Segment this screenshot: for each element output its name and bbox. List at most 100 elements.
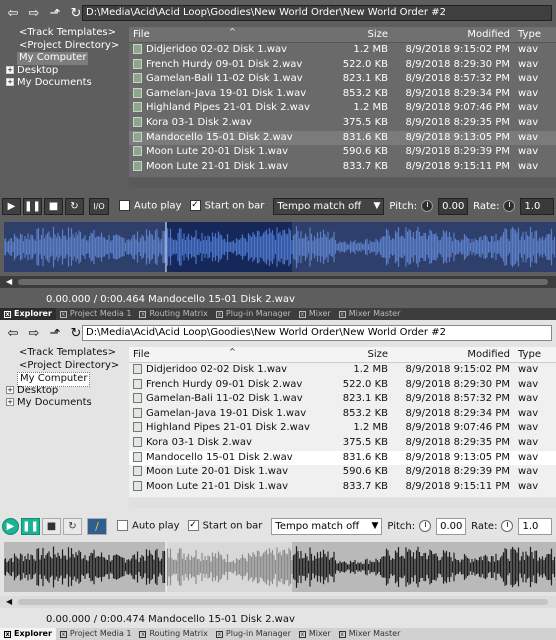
file-row[interactable]: Mandocello 15-01 Disk 2.wav 831.6 KB 8/9/2… (129, 450, 556, 466)
stop-button[interactable]: ■ (42, 517, 61, 535)
rate-knob[interactable] (501, 520, 514, 532)
close-icon[interactable]: x (59, 310, 67, 318)
stop-button[interactable]: ■ (44, 197, 63, 215)
file-list-scrollbar[interactable] (129, 498, 556, 508)
auto-play-checkbox[interactable] (119, 200, 130, 212)
rate-value[interactable]: 1.0 (520, 197, 555, 215)
file-row[interactable]: Moon Lute 20-01 Disk 1.wav 590.6 KB 8/9/20… (129, 145, 556, 160)
auto-play-toggle[interactable]: Auto play (119, 200, 182, 212)
loop-button[interactable]: ↻ (63, 517, 82, 535)
file-row[interactable]: Gamelan-Bali 11-02 Disk 1.wav 823.1 KB 8/9… (129, 72, 556, 87)
tab-plug-in-manager[interactable]: x Plug-in Manager (212, 628, 295, 640)
file-row[interactable]: Moon Lute 21-01 Disk 1.wav 833.7 KB 8/9/20… (129, 480, 556, 495)
tree-item-my-computer[interactable]: My Computer (6, 372, 126, 387)
tree-item-desktop[interactable]: + Desktop (6, 65, 126, 78)
file-row[interactable]: Kora 03-1 Disk 2.wav 375.5 KB 8/9/2018 8:2… (129, 116, 556, 131)
loop-button[interactable]: ↻ (65, 197, 84, 215)
up-folder-icon[interactable]: ⬏ (46, 324, 64, 342)
tab-project-media-1[interactable]: x Project Media 1 (56, 628, 136, 640)
forward-icon[interactable]: ⇨ (25, 324, 43, 342)
tab-explorer[interactable]: x Explorer (0, 308, 56, 320)
expand-icon[interactable]: + (6, 385, 14, 394)
auto-play-checkbox[interactable] (117, 520, 128, 532)
file-row[interactable]: Gamelan-Bali 11-02 Disk 1.wav 823.1 KB 8/9… (129, 392, 556, 407)
pitch-knob[interactable] (419, 520, 432, 532)
pause-button[interactable]: ❚❚ (23, 197, 42, 215)
col-size[interactable]: Size (334, 347, 392, 362)
close-icon[interactable]: x (338, 310, 346, 318)
close-icon[interactable]: x (4, 310, 11, 318)
col-type[interactable]: Type (514, 27, 556, 42)
expand-icon[interactable]: + (6, 398, 14, 406)
file-row[interactable]: Highland Pipes 21-01 Disk 2.wav 1.2 MB 8/9… (129, 101, 556, 116)
file-row[interactable]: Gamelan-Java 19-01 Disk 1.wav 853.2 KB 8/9… (129, 407, 556, 422)
file-row[interactable]: Gamelan-Java 19-01 Disk 1.wav 853.2 KB 8/9… (129, 87, 556, 102)
file-row[interactable]: Moon Lute 21-01 Disk 1.wav 833.7 KB 8/9/20… (129, 160, 556, 175)
close-icon[interactable]: x (139, 630, 147, 638)
pitch-value[interactable]: 0.00 (436, 517, 467, 535)
start-on-bar-toggle[interactable]: ✓ Start on bar (189, 200, 264, 212)
tree-item-track-templates[interactable]: <Track Templates> (6, 347, 126, 360)
close-icon[interactable]: x (215, 630, 223, 638)
col-type[interactable]: Type (514, 347, 556, 362)
file-row[interactable]: French Hurdy 09-01 Disk 2.wav 522.0 KB 8/9… (129, 58, 556, 73)
forward-icon[interactable]: ⇨ (25, 4, 43, 22)
tempo-dropdown[interactable]: Tempo match off ▼ (273, 197, 385, 215)
start-on-bar-checkbox[interactable]: ✓ (187, 520, 199, 532)
tab-routing-matrix[interactable]: x Routing Matrix (135, 628, 211, 640)
close-icon[interactable]: x (139, 310, 147, 318)
file-list-scrollbar[interactable] (129, 178, 556, 188)
back-icon[interactable]: ⇦ (4, 4, 22, 22)
file-row[interactable]: Didjeridoo 02-02 Disk 1.wav 1.2 MB 8/9/201… (129, 43, 556, 58)
col-size[interactable]: Size (334, 27, 392, 42)
start-on-bar-toggle[interactable]: ✓ Start on bar (187, 520, 262, 532)
close-icon[interactable]: x (338, 630, 346, 638)
io-button[interactable]: I/O (89, 197, 109, 215)
tree-item-project-directory[interactable]: <Project Directory> (6, 360, 126, 373)
play-button[interactable]: ▶ (2, 517, 19, 535)
expand-icon[interactable]: + (6, 65, 14, 74)
close-icon[interactable]: x (215, 310, 223, 318)
close-icon[interactable]: x (298, 310, 306, 318)
tab-routing-matrix[interactable]: x Routing Matrix (135, 308, 211, 320)
tempo-dropdown[interactable]: Tempo match off ▼ (271, 517, 383, 535)
tree-item-project-directory[interactable]: <Project Directory> (6, 40, 126, 53)
expand-icon[interactable]: + (6, 78, 14, 86)
file-row[interactable]: French Hurdy 09-01 Disk 2.wav 522.0 KB 8/9… (129, 378, 556, 393)
tab-plug-in-manager[interactable]: x Plug-in Manager (212, 308, 295, 320)
close-icon[interactable]: x (298, 630, 306, 638)
file-row[interactable]: Didjeridoo 02-02 Disk 1.wav 1.2 MB 8/9/201… (129, 363, 556, 378)
close-icon[interactable]: x (59, 630, 67, 638)
tab-explorer[interactable]: x Explorer (0, 628, 56, 640)
io-button[interactable]: / (87, 517, 107, 535)
close-icon[interactable]: x (4, 630, 11, 638)
waveform-scrollbar[interactable]: ◀ (0, 596, 556, 608)
tree-item-track-templates[interactable]: <Track Templates> (6, 27, 126, 40)
play-button[interactable]: ▶ (2, 197, 21, 215)
back-icon[interactable]: ⇦ (4, 324, 22, 342)
waveform[interactable] (4, 542, 556, 592)
tab-project-media-1[interactable]: x Project Media 1 (56, 308, 136, 320)
tree-item-my-documents[interactable]: + My Documents (6, 77, 126, 90)
pitch-value[interactable]: 0.00 (438, 197, 469, 215)
pause-button[interactable]: ❚❚ (21, 517, 40, 535)
file-row[interactable]: Kora 03-1 Disk 2.wav 375.5 KB 8/9/2018 8:2… (129, 436, 556, 451)
scroll-left-icon[interactable]: ◀ (6, 276, 12, 288)
tab-mixer-master[interactable]: x Mixer Master (335, 308, 405, 320)
file-row[interactable]: Mandocello 15-01 Disk 2.wav 831.6 KB 8/9/2… (129, 130, 556, 146)
tree-item-my-computer[interactable]: My Computer (6, 52, 126, 65)
start-on-bar-checkbox[interactable]: ✓ (189, 200, 201, 212)
tab-mixer[interactable]: x Mixer (295, 628, 335, 640)
rate-value[interactable]: 1.0 (518, 517, 553, 535)
scroll-left-icon[interactable]: ◀ (6, 596, 12, 608)
path-field[interactable]: D:\Media\Acid\Acid Loop\Goodies\New Worl… (82, 5, 552, 21)
rate-knob[interactable] (503, 200, 516, 212)
path-field[interactable]: D:\Media\Acid\Acid Loop\Goodies\New Worl… (82, 325, 552, 341)
waveform-scrollbar[interactable]: ◀ (0, 276, 556, 288)
tree-item-my-documents[interactable]: + My Documents (6, 397, 126, 410)
up-folder-icon[interactable]: ⬏ (46, 4, 64, 22)
tab-mixer[interactable]: x Mixer (295, 308, 335, 320)
col-modified[interactable]: Modified (392, 347, 514, 362)
file-row[interactable]: Highland Pipes 21-01 Disk 2.wav 1.2 MB 8/9… (129, 421, 556, 436)
scroll-thumb[interactable] (18, 279, 548, 285)
